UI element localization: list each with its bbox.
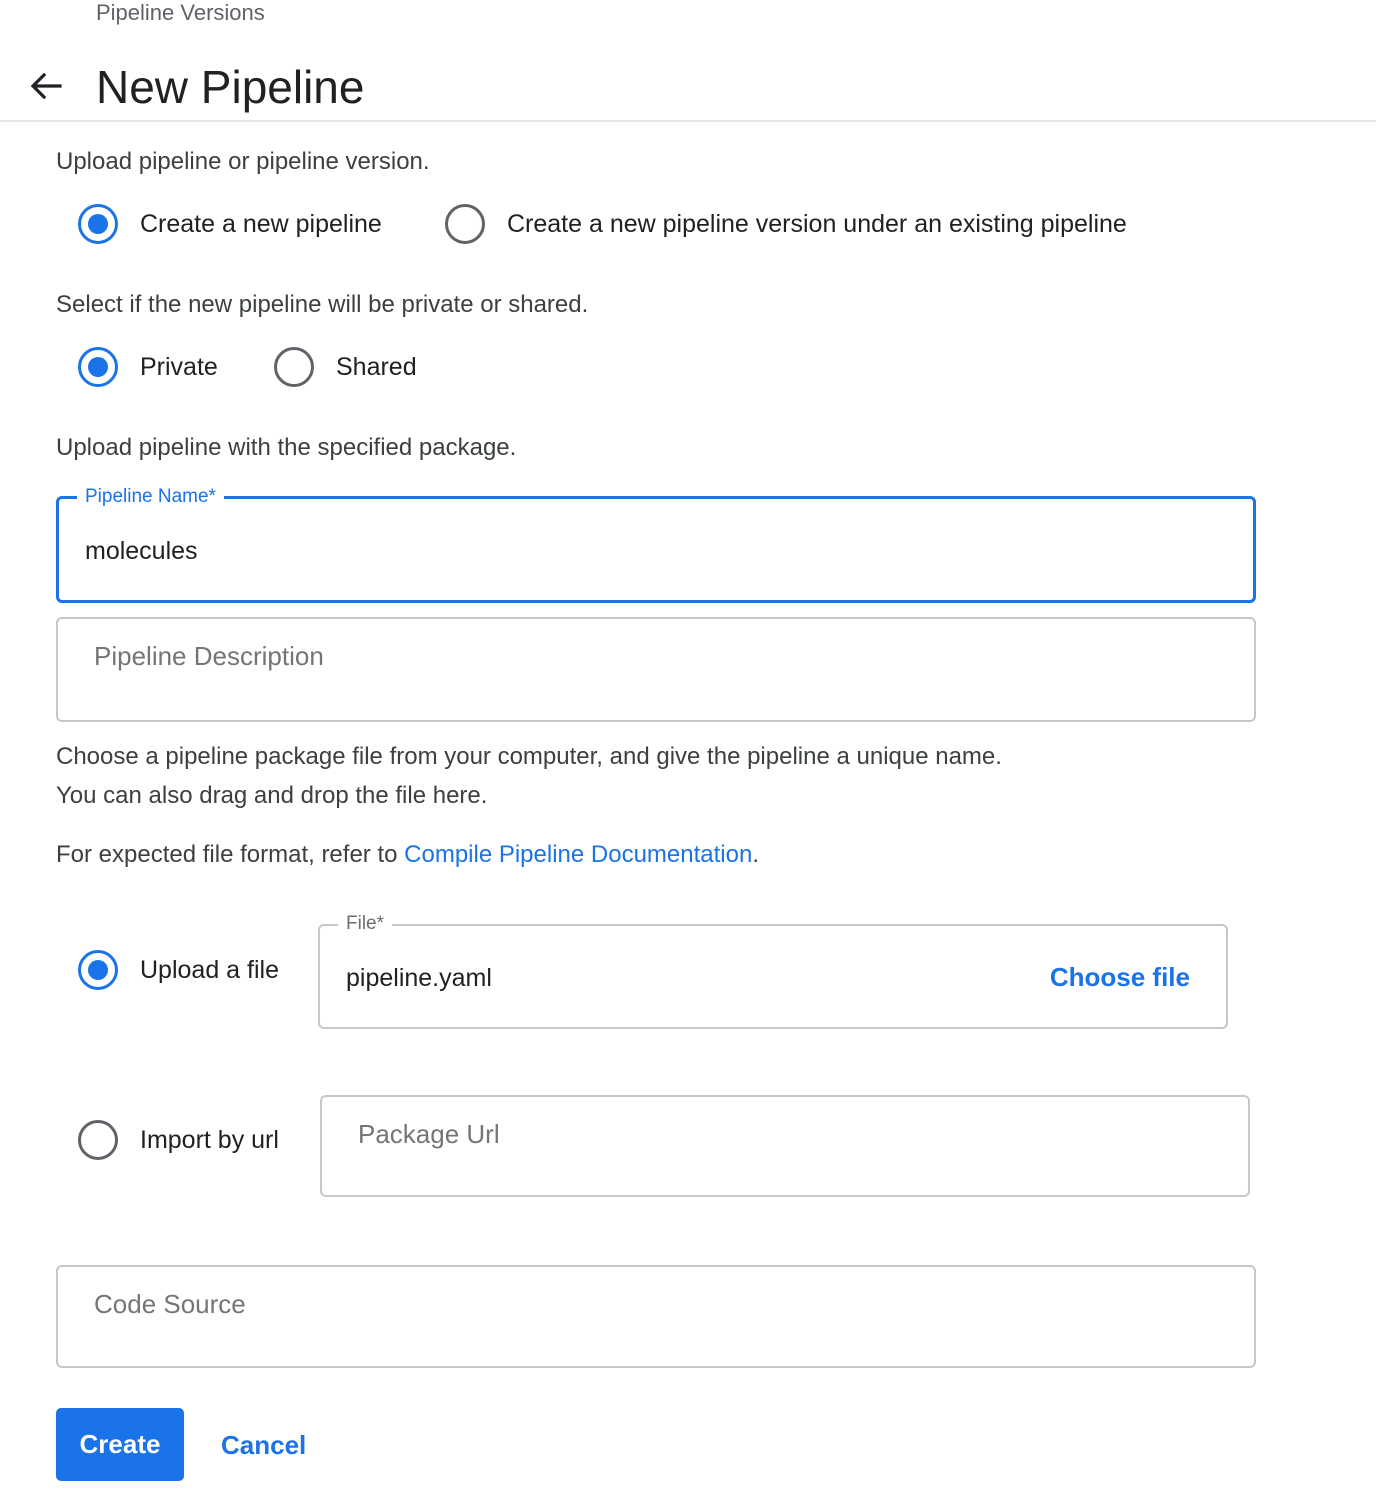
breadcrumb[interactable]: Pipeline Versions (96, 0, 265, 26)
pipeline-description-field[interactable]: Pipeline Description (56, 617, 1256, 722)
radio-selected-icon[interactable] (78, 950, 118, 990)
radio-unselected-icon[interactable] (445, 204, 485, 244)
file-field[interactable]: File* pipeline.yaml Choose file (318, 912, 1228, 1029)
visibility-prompt: Select if the new pipeline will be priva… (56, 291, 589, 318)
arrow-left-icon[interactable] (26, 66, 66, 106)
instructions-line2: You can also drag and drop the file here… (56, 782, 488, 809)
pipeline-description-placeholder: Pipeline Description (94, 641, 324, 671)
cancel-button[interactable]: Cancel (221, 1430, 306, 1461)
format-note: For expected file format, refer to Compi… (56, 841, 759, 869)
radio-label: Create a new pipeline (140, 209, 382, 238)
upload-type-prompt: Upload pipeline or pipeline version. (56, 148, 430, 175)
pipeline-name-label: Pipeline Name* (77, 485, 224, 509)
radio-selected-icon[interactable] (78, 347, 118, 387)
radio-upload-file[interactable]: Upload a file (78, 950, 279, 990)
code-source-field[interactable]: Code Source (56, 1265, 1256, 1368)
package-url-placeholder: Package Url (358, 1119, 500, 1149)
package-url-field[interactable]: Package Url (320, 1095, 1250, 1197)
radio-selected-icon[interactable] (78, 204, 118, 244)
radio-unselected-icon[interactable] (78, 1120, 118, 1160)
file-label: File* (338, 912, 393, 936)
page-title: New Pipeline (96, 61, 365, 113)
radio-label: Import by url (140, 1125, 279, 1154)
create-button[interactable]: Create (56, 1408, 184, 1481)
radio-shared[interactable]: Shared (274, 347, 417, 387)
radio-create-new-version[interactable]: Create a new pipeline version under an e… (445, 204, 1127, 244)
choose-file-button[interactable]: Choose file (1050, 962, 1190, 993)
file-name-value: pipeline.yaml (346, 964, 492, 992)
radio-label: Private (140, 352, 218, 381)
page-header: Pipeline Versions New Pipeline (0, 0, 1376, 122)
radio-label: Shared (336, 352, 417, 381)
instructions-line1: Choose a pipeline package file from your… (56, 743, 1002, 770)
radio-unselected-icon[interactable] (274, 347, 314, 387)
pipeline-name-field[interactable]: Pipeline Name* molecules (56, 485, 1256, 603)
package-prompt: Upload pipeline with the specified packa… (56, 434, 517, 461)
radio-label: Create a new pipeline version under an e… (507, 209, 1127, 238)
format-note-suffix: . (752, 841, 759, 868)
radio-import-url[interactable]: Import by url (78, 1120, 279, 1160)
radio-private[interactable]: Private (78, 347, 218, 387)
compile-docs-link[interactable]: Compile Pipeline Documentation (404, 841, 752, 868)
format-note-prefix: For expected file format, refer to (56, 841, 405, 868)
code-source-placeholder: Code Source (94, 1289, 246, 1319)
radio-label: Upload a file (140, 955, 279, 984)
pipeline-name-value[interactable]: molecules (85, 537, 198, 566)
radio-create-new-pipeline[interactable]: Create a new pipeline (78, 204, 382, 244)
